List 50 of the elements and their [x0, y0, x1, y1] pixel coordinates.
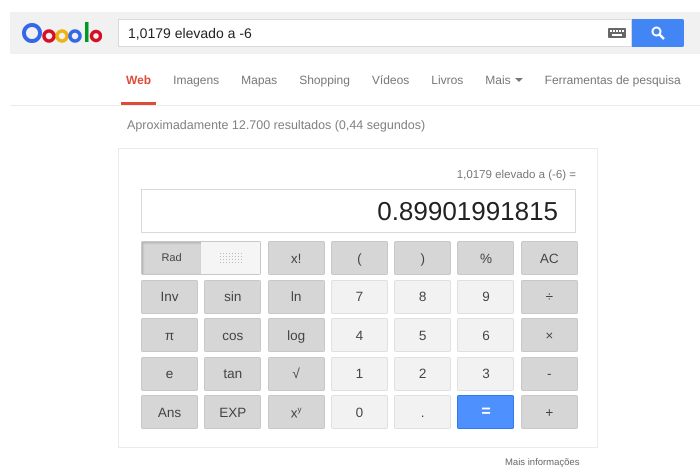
calculator-key[interactable]: EXP [204, 395, 262, 430]
caret-icon [514, 78, 523, 82]
calculator-key[interactable]: 0 [330, 395, 388, 430]
calculator-key[interactable]: π [141, 318, 198, 352]
calculator-key[interactable]: AC [520, 241, 578, 275]
calculator-key[interactable]: sin [204, 280, 262, 314]
calculator-key[interactable]: 8 [394, 280, 452, 314]
calculator-key[interactable]: - [520, 356, 578, 391]
calculator-key[interactable]: Ans [141, 395, 198, 430]
calculator-key[interactable]: . [394, 395, 452, 430]
calculator-key[interactable]: ( [330, 241, 388, 275]
calculator-key[interactable]: 3 [457, 356, 514, 391]
calculator-key[interactable]: % [457, 241, 514, 275]
search-field[interactable]: 1,0179 elevado a -6 [118, 19, 632, 47]
search-icon [651, 26, 665, 40]
calculator-key[interactable]: + [520, 395, 578, 430]
calculator-key[interactable]: 2 [394, 356, 452, 391]
calculator-display: 0.89901991815 [141, 189, 576, 233]
calculator-key[interactable]: 6 [457, 318, 514, 352]
calculator-key[interactable]: 1 [330, 356, 388, 391]
nav-tab[interactable]: Shopping [294, 54, 355, 105]
calculator-key[interactable]: × [520, 318, 578, 352]
calculator-key[interactable]: ) [394, 241, 452, 275]
calculator-key[interactable]: ÷ [520, 280, 578, 314]
result-stats: Aproximadamente 12.700 resultados (0,44 segundos) [127, 118, 426, 134]
calculator-key[interactable]: e [141, 356, 198, 391]
calculator-key[interactable]: x$^{y}$ [268, 395, 325, 430]
calculator-key[interactable]: ln [268, 280, 325, 314]
calculator-key[interactable]: x! [268, 241, 325, 275]
calculator-key[interactable]: Inv [141, 280, 198, 314]
nav-tab[interactable]: Livros [426, 54, 468, 105]
calculator-key[interactable]: 9 [457, 280, 514, 314]
calculator-key[interactable]: √ [268, 356, 325, 391]
calculator-key[interactable]: log [268, 318, 325, 352]
nav-tab[interactable]: Vídeos [366, 54, 414, 105]
more-info-link[interactable]: Mais informações [505, 457, 580, 468]
calculator-key[interactable]: cos [204, 318, 262, 352]
nav-tab[interactable]: Mapas [236, 54, 282, 105]
search-button[interactable] [632, 19, 684, 47]
keyboard-icon[interactable] [608, 28, 626, 38]
nav-tab[interactable]: Ferramentas de pesquisa [540, 54, 686, 105]
calculator-expression: 1,0179 elevado a (-6) = [456, 169, 576, 183]
calculator-key[interactable]: 5 [394, 318, 452, 352]
calculator-key[interactable]: tan [204, 356, 262, 391]
nav-tab[interactable]: Mais [480, 54, 528, 105]
calculator-key[interactable]: 7 [330, 280, 388, 314]
nav-tab[interactable]: Web [121, 54, 156, 105]
nav-tab[interactable]: Imagens [168, 54, 224, 105]
calculator-key[interactable]: 4 [330, 318, 388, 352]
angle-toggle[interactable]: Rad [142, 242, 202, 274]
